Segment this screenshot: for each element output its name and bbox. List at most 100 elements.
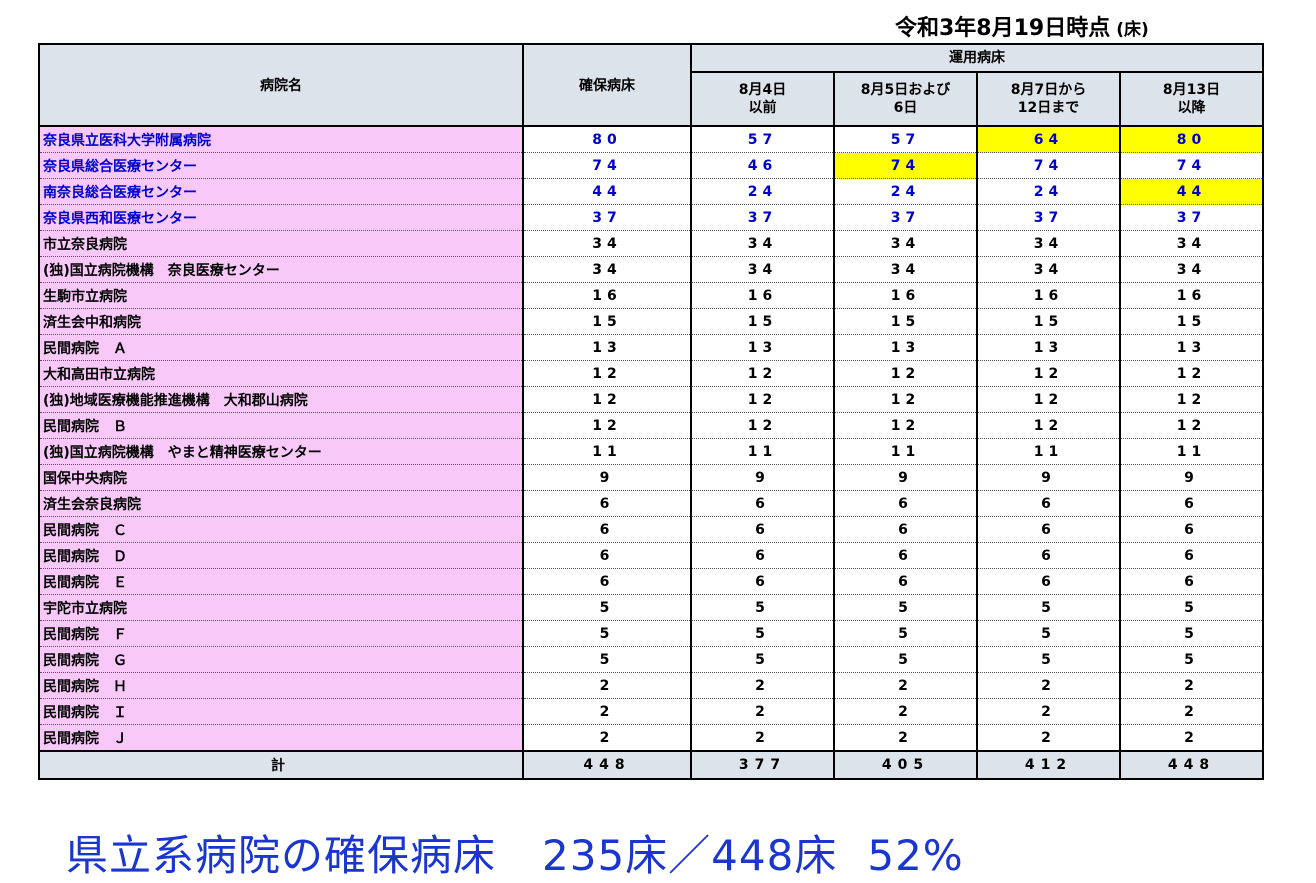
table-row: 国保中央病院 9 9 9 9 9 [38,464,1264,491]
hospital-name: 済生会奈良病院 [38,490,524,517]
operational-beds: 9 [833,464,978,491]
operational-beds: 15 [833,308,978,335]
operational-beds: 34 [833,256,978,283]
secured-beds: 44 [522,178,692,205]
secured-beds: 2 [522,672,692,699]
total-op: 412 [976,750,1121,780]
operational-beds: 15 [1119,308,1264,335]
operational-beds: 5 [976,620,1121,647]
operational-beds: 6 [833,542,978,569]
hospital-name: 奈良県立医科大学附属病院 [38,126,524,153]
operational-beds: 2 [976,724,1121,752]
secured-beds: 13 [522,334,692,361]
operational-beds: 6 [833,490,978,517]
operational-beds: 13 [1119,334,1264,361]
operational-beds: 16 [690,282,835,309]
table-row: 奈良県立医科大学附属病院 80 57 57 64 80 [38,126,1264,153]
operational-beds: 2 [833,698,978,725]
secured-beds: 5 [522,646,692,673]
secured-beds: 6 [522,542,692,569]
summary-ratio: 235床／448床 [542,831,838,880]
operational-beds: 2 [833,724,978,752]
hospital-name: 民間病院 Ａ [38,334,524,361]
hospital-name: 民間病院 Ｅ [38,568,524,595]
period-header: 8月5日および 6日 [833,71,978,127]
table-body: 奈良県立医科大学附属病院 80 57 57 64 80 奈良県総合医療センター 74 46 74 7… [38,126,1264,752]
secured-beds: 34 [522,230,692,257]
table-row: (独)国立病院機構 やまと精神医療センター 11 11 11 11 11 [38,438,1264,465]
table-row: 民間病院 Ｄ66666 [38,542,1264,569]
operational-beds: 11 [976,438,1121,465]
secured-beds: 11 [522,438,692,465]
operational-beds: 11 [690,438,835,465]
operational-beds: 6 [976,490,1121,517]
summary-label: 県立系病院の確保病床 [66,831,497,880]
operational-beds: 6 [690,516,835,543]
secured-beds: 37 [522,204,692,231]
operational-beds: 2 [690,698,835,725]
operational-beds: 9 [690,464,835,491]
period-header: 8月4日 以前 [690,71,835,127]
operational-beds: 12 [833,412,978,439]
hospital-name: 市立奈良病院 [38,230,524,257]
operational-beds: 2 [1119,724,1264,752]
table-row: 南奈良総合医療センター 44 24 24 24 44 [38,178,1264,205]
operational-beds: 74 [1119,152,1264,179]
total-label: 計 [38,750,524,780]
table-row: 民間病院 Ｉ22222 [38,698,1264,725]
operational-beds: 5 [833,620,978,647]
summary-percent: 52% [867,831,964,880]
operational-beds: 24 [690,178,835,205]
operational-beds: 12 [1119,386,1264,413]
table-row: 生駒市立病院 16 16 16 16 16 [38,282,1264,309]
operational-beds: 57 [833,126,978,153]
operational-beds: 13 [690,334,835,361]
operational-beds: 6 [976,542,1121,569]
operational-beds: 12 [833,386,978,413]
operational-beds: 6 [690,490,835,517]
period-header: 8月13日 以降 [1119,71,1264,127]
operational-beds: 34 [690,230,835,257]
hospital-name: (独)国立病院機構 やまと精神医療センター [38,438,524,465]
operational-beds: 34 [1119,256,1264,283]
operational-beds: 12 [1119,360,1264,387]
hospital-name: 民間病院 Ｄ [38,542,524,569]
total-op: 448 [1119,750,1264,780]
total-secured: 448 [522,750,692,780]
operational-beds: 11 [833,438,978,465]
hospital-name: 奈良県西和医療センター [38,204,524,231]
hospital-name-header: 病院名 [38,43,524,127]
hospital-name: 民間病院 Ｊ [38,724,524,752]
operational-beds: 64 [976,126,1121,153]
operational-beds: 9 [1119,464,1264,491]
operational-beds: 46 [690,152,835,179]
operational-beds: 37 [1119,204,1264,231]
operational-beds: 6 [1119,516,1264,543]
hospital-name: 民間病院 Ｈ [38,672,524,699]
operational-beds: 12 [690,412,835,439]
operational-beds: 15 [690,308,835,335]
operational-beds: 15 [976,308,1121,335]
operational-beds: 16 [1119,282,1264,309]
hospital-name: 生駒市立病院 [38,282,524,309]
secured-beds: 6 [522,568,692,595]
operational-beds: 6 [1119,568,1264,595]
operational-beds: 6 [976,568,1121,595]
table-row: 民間病院 Ｊ22222 [38,724,1264,752]
hospital-name: 民間病院 Ｇ [38,646,524,673]
operational-beds: 12 [690,360,835,387]
table-row: 宇陀市立病院 5 5 5 5 5 [38,594,1264,621]
operational-beds: 24 [833,178,978,205]
secured-beds: 5 [522,620,692,647]
table-row: 民間病院 Ｃ66666 [38,516,1264,543]
table-row: 民間病院 Ｅ66666 [38,568,1264,595]
secured-beds: 34 [522,256,692,283]
operational-beds-header: 運用病床 [690,43,1264,73]
operational-beds: 57 [690,126,835,153]
secured-beds: 6 [522,490,692,517]
operational-beds: 13 [833,334,978,361]
table-row: 民間病院 Ａ 13 13 13 13 13 [38,334,1264,361]
operational-beds: 24 [976,178,1121,205]
operational-beds: 2 [976,672,1121,699]
as-of-date: 令和3年8月19日時点 (床) [895,10,1295,42]
